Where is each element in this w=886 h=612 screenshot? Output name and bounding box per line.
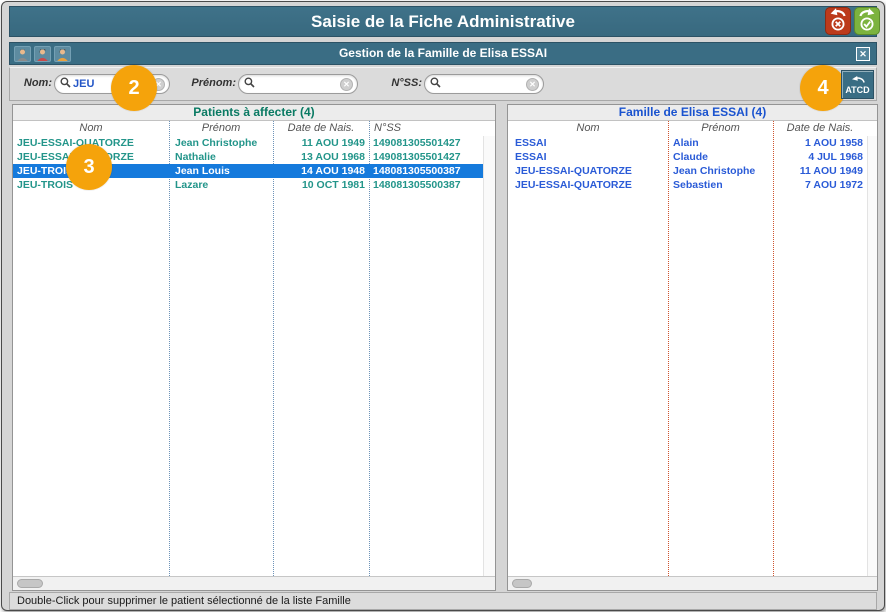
- atcd-button-label: ATCD: [845, 85, 869, 95]
- dialog-title: Gestion de la Famille de Elisa ESSAI: [10, 43, 876, 64]
- column-header-date[interactable]: Date de Nais.: [273, 121, 369, 136]
- column-header-prenom[interactable]: Prénom: [668, 121, 773, 136]
- family-grid: Nom Prénom Date de Nais. ESSAIAlain1 AOU…: [508, 121, 877, 576]
- table-row[interactable]: ESSAIClaude4 JUL 1968: [508, 150, 867, 164]
- clear-nss-icon[interactable]: ✕: [526, 78, 539, 91]
- search-icon: [60, 75, 71, 93]
- patients-panel-title: Patients à affecter (4): [13, 105, 495, 121]
- family-panel: Famille de Elisa ESSAI (4) Nom Prénom Da…: [507, 104, 878, 591]
- family-vertical-scrollbar[interactable]: [867, 136, 877, 576]
- search-icon: [430, 75, 441, 93]
- back-arrow-icon: [851, 75, 865, 85]
- column-header-nom[interactable]: Nom: [508, 121, 668, 136]
- patients-vertical-scrollbar[interactable]: [483, 136, 495, 576]
- column-header-prenom[interactable]: Prénom: [169, 121, 273, 136]
- close-icon[interactable]: ✕: [856, 47, 870, 61]
- main-title-bar: Saisie de la Fiche Administrative: [9, 6, 877, 37]
- table-cell: 1 AOU 1958: [773, 136, 867, 150]
- prenom-search-field[interactable]: ✕: [238, 74, 358, 94]
- table-cell: ESSAI: [508, 150, 668, 164]
- table-cell: 149081305501427: [369, 150, 483, 164]
- family-horizontal-scrollbar[interactable]: [508, 576, 877, 590]
- table-cell: Alain: [668, 136, 773, 150]
- table-row[interactable]: ESSAIAlain1 AOU 1958: [508, 136, 867, 150]
- table-cell: Lazare: [169, 178, 273, 192]
- annotation-step-2: 2: [111, 65, 157, 111]
- nom-label: Nom:: [16, 77, 52, 89]
- table-cell: Claude: [668, 150, 773, 164]
- column-header-date[interactable]: Date de Nais.: [773, 121, 867, 136]
- table-cell: ESSAI: [508, 136, 668, 150]
- table-cell: 11 AOU 1949: [773, 164, 867, 178]
- dialog-title-bar: Gestion de la Famille de Elisa ESSAI ✕: [9, 42, 877, 65]
- table-cell: JEU-ESSAI-QUATORZE: [508, 178, 668, 192]
- table-cell: 7 AOU 1972: [773, 178, 867, 192]
- table-row[interactable]: JEU-ESSAI-QUATORZEJean Christophe11 AOU …: [508, 164, 867, 178]
- undo-cross-icon: [827, 6, 849, 37]
- table-cell: 4 JUL 1968: [773, 150, 867, 164]
- clear-prenom-icon[interactable]: ✕: [340, 78, 353, 91]
- prenom-label: Prénom:: [182, 77, 236, 89]
- table-cell: 11 AOU 1949: [273, 136, 369, 150]
- column-header-nom[interactable]: Nom: [13, 121, 169, 136]
- page-title: Saisie de la Fiche Administrative: [10, 7, 876, 36]
- redo-check-icon: [856, 6, 878, 37]
- cancel-button[interactable]: [825, 7, 851, 35]
- table-cell: Jean Christophe: [169, 136, 273, 150]
- scrollbar-thumb[interactable]: [512, 579, 532, 588]
- table-cell: JEU-ESSAI-QUATORZE: [508, 164, 668, 178]
- family-column-headers: Nom Prénom Date de Nais.: [508, 121, 867, 136]
- nss-label: N°SS:: [384, 77, 422, 89]
- family-table-body: ESSAIAlain1 AOU 1958ESSAIClaude4 JUL 196…: [508, 136, 877, 192]
- nss-search-field[interactable]: ✕: [424, 74, 544, 94]
- column-header-nss[interactable]: N°SS: [369, 121, 483, 136]
- validate-button[interactable]: [854, 7, 880, 35]
- scrollbar-thumb[interactable]: [17, 579, 43, 588]
- status-bar: Double-Click pour supprimer le patient s…: [9, 592, 877, 610]
- table-cell: Nathalie: [169, 150, 273, 164]
- prenom-search-input[interactable]: [255, 78, 340, 90]
- application-window: Saisie de la Fiche Administrative: [1, 1, 885, 611]
- table-cell: Sebastien: [668, 178, 773, 192]
- table-cell: Jean Louis: [169, 164, 273, 178]
- annotation-step-4: 4: [800, 65, 846, 111]
- table-cell: 13 AOU 1968: [273, 150, 369, 164]
- status-text: Double-Click pour supprimer le patient s…: [17, 595, 351, 607]
- table-cell: 148081305500387: [369, 164, 483, 178]
- table-cell: 148081305500387: [369, 178, 483, 192]
- table-cell: 10 OCT 1981: [273, 178, 369, 192]
- table-cell: 149081305501427: [369, 136, 483, 150]
- search-icon: [244, 75, 255, 93]
- table-cell: Jean Christophe: [668, 164, 773, 178]
- table-row[interactable]: JEU-ESSAI-QUATORZESebastien7 AOU 1972: [508, 178, 867, 192]
- table-cell: 14 AOU 1948: [273, 164, 369, 178]
- atcd-button[interactable]: ATCD: [841, 70, 874, 99]
- patients-horizontal-scrollbar[interactable]: [13, 576, 495, 590]
- annotation-step-3: 3: [66, 144, 112, 190]
- patients-column-headers: Nom Prénom Date de Nais. N°SS: [13, 121, 483, 136]
- nss-search-input[interactable]: [441, 78, 526, 90]
